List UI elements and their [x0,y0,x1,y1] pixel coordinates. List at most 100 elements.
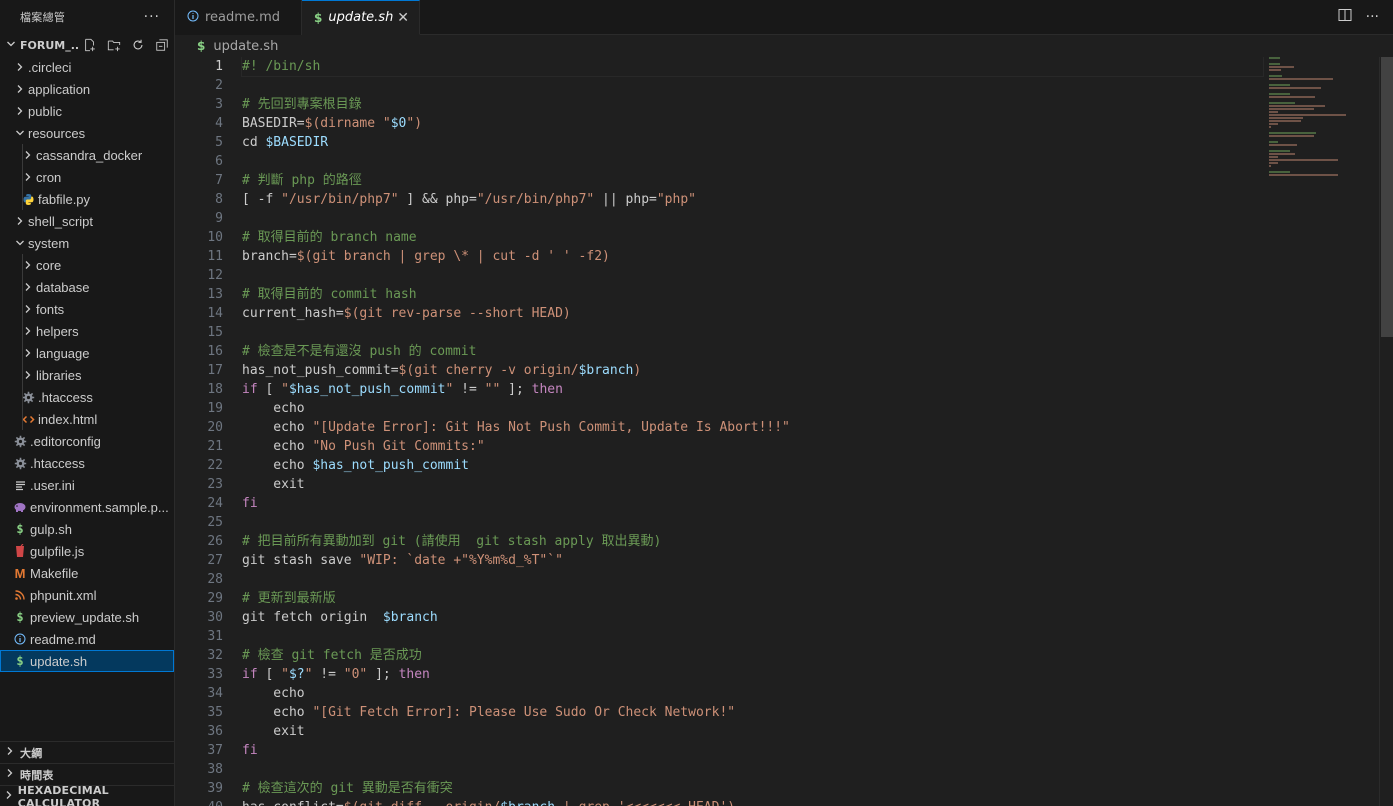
tree-file-gulp-sh[interactable]: $ gulp.sh [0,518,174,540]
collapse-all-icon[interactable] [150,34,174,56]
tree-folder-database[interactable]: database [0,276,174,298]
code-line[interactable]: echo $has_not_push_commit [242,456,1263,475]
code-line[interactable]: BASEDIR=$(dirname "$0") [242,114,1263,133]
tree-folder-public[interactable]: public [0,100,174,122]
line-number: 28 [207,572,223,587]
minimap[interactable] [1269,57,1379,197]
code-line[interactable] [242,760,1263,779]
code-line[interactable]: # 檢查 git fetch 是否成功 [242,646,1263,665]
outline-section[interactable]: 大綱 [0,741,174,763]
tree-file-phpunit-xml[interactable]: phpunit.xml [0,584,174,606]
code-line[interactable] [242,76,1263,95]
tree-file-htaccess[interactable]: .htaccess [0,452,174,474]
tree-file-update-sh[interactable]: $ update.sh [0,650,174,672]
split-editor-icon[interactable] [1338,8,1352,26]
tree-folder-language[interactable]: language [0,342,174,364]
indent-guide [22,364,23,386]
code-line[interactable]: echo [242,684,1263,703]
tree-folder-application[interactable]: application [0,78,174,100]
line-number: 26 [207,534,223,549]
code-line[interactable]: # 檢查這次的 git 異動是否有衝突 [242,779,1263,798]
code-line[interactable]: # 更新到最新版 [242,589,1263,608]
tree-folder-core[interactable]: core [0,254,174,276]
tab-readme[interactable]: readme.md [175,0,302,35]
code-line[interactable]: # 取得目前的 commit hash [242,285,1263,304]
code-line[interactable]: # 先回到專案根目錄 [242,95,1263,114]
breadcrumb-file[interactable]: update.sh [213,39,278,54]
code-line[interactable]: echo "[Update Error]: Git Has Not Push C… [242,418,1263,437]
code-line[interactable]: has_conflict=$(git diff ..origin/$branch… [242,798,1263,806]
tab-update-sh[interactable]: $ update.sh ✕ [302,0,420,35]
code-line[interactable]: if [ "$?" != "0" ]; then [242,665,1263,684]
code-token: git fetch origin [242,610,383,625]
code-line[interactable]: cd $BASEDIR [242,133,1263,152]
timeline-section[interactable]: 時間表 [0,763,174,785]
code-line[interactable] [242,513,1263,532]
code-line[interactable] [242,152,1263,171]
code-line[interactable]: current_hash=$(git rev-parse --short HEA… [242,304,1263,323]
tree-file-makefile[interactable]: M Makefile [0,562,174,584]
code-content[interactable]: #! /bin/sh # 先回到專案根目錄 BASEDIR=$(dirname "$… [241,57,1264,806]
refresh-icon[interactable] [126,34,150,56]
code-line[interactable]: echo "[Git Fetch Error]: Please Use Sudo… [242,703,1263,722]
line-number: 11 [207,249,223,264]
tree-item-label: system [28,235,70,251]
code-line[interactable]: has_not_push_commit=$(git cherry -v orig… [242,361,1263,380]
tree-file-readme-md[interactable]: readme.md [0,628,174,650]
close-icon[interactable]: ✕ [397,10,409,26]
scrollbar-thumb[interactable] [1381,57,1393,337]
code-line[interactable] [242,627,1263,646]
code-line[interactable]: if [ "$has_not_push_commit" != "" ]; the… [242,380,1263,399]
minimap-line [1269,57,1280,59]
code-line[interactable]: exit [242,475,1263,494]
code-line[interactable]: #! /bin/sh [241,57,1264,77]
workspace-folder-header[interactable]: FORUM_... [0,34,174,56]
new-file-icon[interactable] [78,34,102,56]
hex-calculator-section[interactable]: HEXADECIMAL CALCULATOR [0,784,174,806]
code-line[interactable]: [ -f "/usr/bin/php7" ] && php="/usr/bin/… [242,190,1263,209]
tree-folder-helpers[interactable]: helpers [0,320,174,342]
line-number: 9 [215,211,223,226]
tree-folder-shell-script[interactable]: shell_script [0,210,174,232]
vertical-scrollbar[interactable] [1379,57,1393,806]
new-folder-icon[interactable] [102,34,126,56]
code-line[interactable]: echo "No Push Git Commits:" [242,437,1263,456]
tree-file-editorconfig[interactable]: .editorconfig [0,430,174,452]
tree-file-fabfile-py[interactable]: fabfile.py [0,188,174,210]
more-actions-icon[interactable]: ··· [1366,9,1379,25]
tree-folder-circleci[interactable]: .circleci [0,56,174,78]
tree-folder-cassandra-docker[interactable]: cassandra_docker [0,144,174,166]
code-line[interactable] [242,266,1263,285]
code-line[interactable]: git stash save "WIP: `date +"%Y%m%d_%T"`… [242,551,1263,570]
tree-file-preview-update-sh[interactable]: $ preview_update.sh [0,606,174,628]
code-line[interactable]: fi [242,741,1263,760]
code-line[interactable]: echo [242,399,1263,418]
code-line[interactable] [242,209,1263,228]
tree-item-label: .user.ini [30,477,75,493]
code-line[interactable]: fi [242,494,1263,513]
tree-file-gulpfile-js[interactable]: gulpfile.js [0,540,174,562]
code-line[interactable]: git fetch origin $branch [242,608,1263,627]
chevron-right-icon [12,84,28,94]
tree-file-index-html[interactable]: index.html [0,408,174,430]
tree-folder-cron[interactable]: cron [0,166,174,188]
tree-file-htaccess[interactable]: .htaccess [0,386,174,408]
code-editor[interactable]: 1 2 3 4 5 6 7 8 9 10 11 12 13 14 15 16 17 18 19 20 21 22 23 24 2… [175,57,1393,806]
code-line[interactable]: exit [242,722,1263,741]
tree-folder-system[interactable]: system [0,232,174,254]
tree-file-user-ini[interactable]: .user.ini [0,474,174,496]
code-line[interactable]: branch=$(git branch | grep \* | cut -d '… [242,247,1263,266]
tree-folder-fonts[interactable]: fonts [0,298,174,320]
code-line[interactable]: # 取得目前的 branch name [242,228,1263,247]
code-line[interactable] [242,323,1263,342]
code-line[interactable]: # 檢查是不是有還沒 push 的 commit [242,342,1263,361]
code-line[interactable] [242,570,1263,589]
more-actions-icon[interactable]: ··· [144,9,160,25]
line-number: 36 [207,724,223,739]
tree-folder-libraries[interactable]: libraries [0,364,174,386]
code-line[interactable]: # 判斷 php 的路徑 [242,171,1263,190]
tree-folder-resources[interactable]: resources [0,122,174,144]
code-line[interactable]: # 把目前所有異動加到 git (請使用 git stash apply 取出異… [242,532,1263,551]
tree-file-environment-sample-p[interactable]: environment.sample.p... [0,496,174,518]
indent-guide [22,320,23,342]
